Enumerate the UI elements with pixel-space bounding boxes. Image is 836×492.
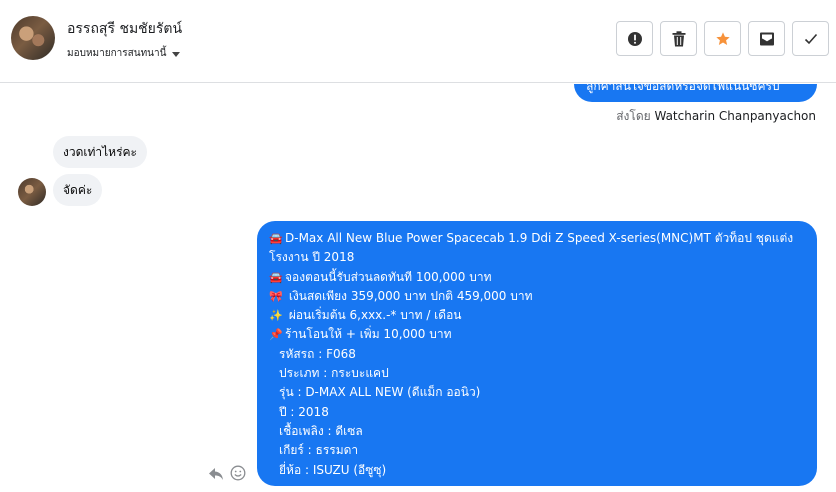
archive-icon	[759, 32, 774, 45]
detail-line: ประเภท : กระบะแคป	[279, 366, 389, 381]
delete-button[interactable]	[660, 21, 697, 56]
message-line: 🚘 D-Max All New Blue Power Spacecab 1.9 D…	[269, 231, 794, 265]
assign-label: มอบหมายการสนทนานี้	[67, 48, 167, 59]
car-emoji-icon: 🚘	[269, 270, 283, 284]
star-button[interactable]	[704, 21, 741, 56]
archive-button[interactable]	[748, 21, 785, 56]
contact-avatar[interactable]	[11, 16, 55, 60]
message-thread[interactable]: ลูกค้าสนใจข้อสดหรือจัดไฟแนนซ์ครับ ส่งโดย…	[0, 84, 836, 492]
detail-line: เชื้อเพลิง : ดีเซล	[279, 423, 363, 438]
pushpin-emoji-icon: 📌	[269, 328, 283, 342]
detail-line: รุ่น : D-MAX ALL NEW (ดีแม็ก ออนิว)	[279, 385, 481, 400]
message-line: ✨ ผ่อนเริ่มต้น 6,xxx.-* บาท / เดือน	[269, 306, 805, 325]
ribbon-emoji-icon: 🎀	[269, 289, 283, 303]
detail-line: ปี : 2018	[279, 404, 329, 419]
mark-done-button[interactable]	[792, 21, 829, 56]
check-icon	[804, 33, 817, 44]
message-line: 🎀 เงินสดเพียง 359,000 บาท ปกติ 459,000 บ…	[269, 287, 805, 306]
sent-by-label: ส่งโดย Watcharin Chanpanyachon	[616, 109, 816, 123]
assign-conversation-dropdown[interactable]: มอบหมายการสนทนานี้	[67, 46, 181, 61]
detail-line: รหัสรถ : F068	[279, 346, 356, 361]
detail-line: ยี่ห้อ : ISUZU (อีซูซุ)	[279, 462, 387, 477]
outgoing-message-partial[interactable]: ลูกค้าสนใจข้อสดหรือจัดไฟแนนซ์ครับ	[574, 84, 817, 102]
detail-line: เกียร์ : ธรรมดา	[279, 443, 359, 458]
incoming-message[interactable]: จัดค่ะ	[53, 174, 103, 206]
trash-icon	[672, 30, 685, 46]
conversation-header: อรรถสุรี ชมชัยรัตน์ มอบหมายการสนทนานี้	[0, 0, 836, 83]
react-emoji-icon[interactable]	[230, 465, 246, 481]
message-line: 📌 ร้านโอนให้ + เพิ่ม 10,000 บาท	[269, 325, 805, 344]
alert-icon	[627, 31, 642, 46]
outgoing-message[interactable]: 🚘 D-Max All New Blue Power Spacecab 1.9 D…	[257, 221, 817, 486]
car-emoji-icon: 🚘	[269, 232, 283, 245]
star-icon	[715, 31, 730, 45]
conversation-actions	[616, 21, 829, 56]
incoming-message[interactable]: งวดเท่าไหร่คะ	[53, 136, 148, 168]
contact-name[interactable]: อรรถสุรี ชมชัยรัตน์	[67, 18, 182, 40]
sparkles-emoji-icon: ✨	[269, 309, 283, 323]
reply-icon[interactable]	[208, 467, 224, 481]
report-button[interactable]	[616, 21, 653, 56]
contact-avatar-small	[18, 178, 46, 206]
caret-down-icon	[172, 51, 181, 57]
message-line: 🚘 จองตอนนี้รับส่วนลดทันที 100,000 บาท	[269, 268, 805, 287]
sender-name: Watcharin Chanpanyachon	[654, 109, 816, 123]
